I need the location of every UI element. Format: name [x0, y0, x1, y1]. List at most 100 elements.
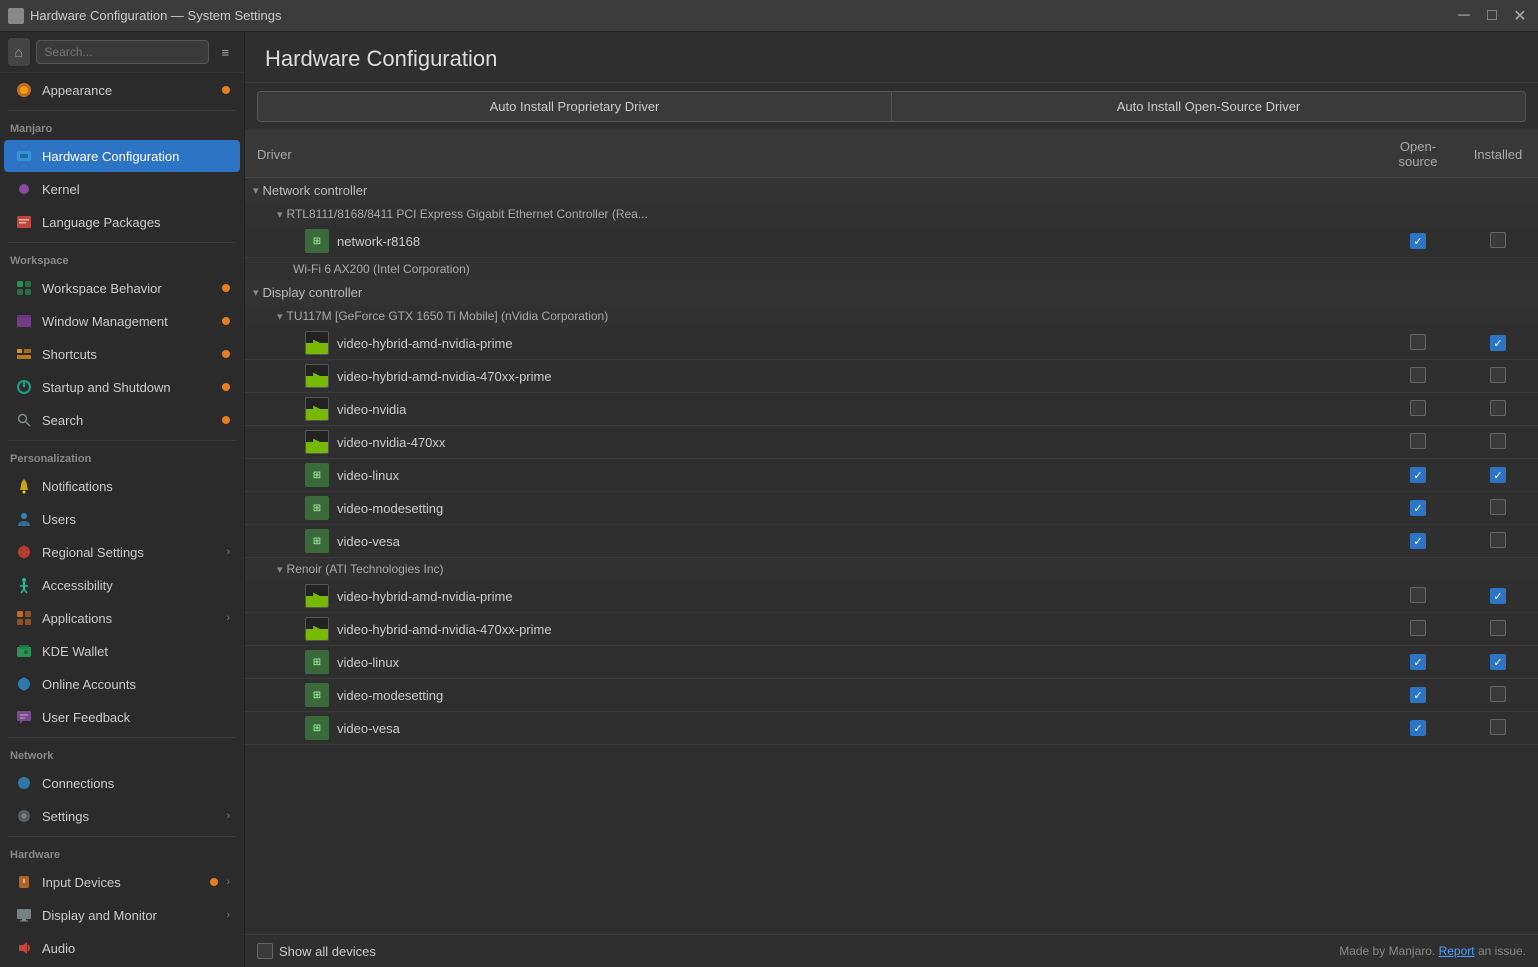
sidebar-item-kde-wallet[interactable]: KDE Wallet: [4, 635, 240, 667]
menu-button[interactable]: ≡: [215, 38, 237, 66]
settings-icon: [14, 806, 34, 826]
sidebar-item-notifications[interactable]: Notifications: [4, 470, 240, 502]
table-row[interactable]: ⊞video-modesetting: [245, 679, 1538, 712]
open-source-checkbox[interactable]: [1410, 233, 1426, 249]
driver-name-cell: ⊞network-r8168: [245, 225, 1378, 258]
driver-name: video-vesa: [337, 534, 400, 549]
installed-checkbox[interactable]: [1490, 499, 1506, 515]
table-row[interactable]: video-nvidia-470xx: [245, 426, 1538, 459]
installed-checkbox[interactable]: [1490, 654, 1506, 670]
open-source-checkbox[interactable]: [1410, 587, 1426, 603]
settings-arrow: ›: [226, 810, 230, 822]
minimize-button[interactable]: ─: [1454, 7, 1474, 25]
table-row[interactable]: ⊞network-r8168: [245, 225, 1538, 258]
sidebar-item-label-input: Input Devices: [42, 875, 202, 890]
expand-arrow[interactable]: ▾: [277, 208, 283, 221]
titlebar-controls: ─ □ ✕: [1454, 6, 1530, 26]
table-row[interactable]: video-hybrid-amd-nvidia-470xx-prime: [245, 360, 1538, 393]
sidebar-item-display-and-monitor[interactable]: Display and Monitor ›: [4, 899, 240, 931]
auto-install-proprietary-button[interactable]: Auto Install Proprietary Driver: [257, 91, 892, 122]
installed-checkbox[interactable]: [1490, 686, 1506, 702]
table-row[interactable]: ⊞video-vesa: [245, 712, 1538, 745]
sidebar-item-connections[interactable]: Connections: [4, 767, 240, 799]
expand-arrow[interactable]: ▾: [277, 310, 283, 323]
home-button[interactable]: ⌂: [8, 38, 30, 66]
sidebar-item-shortcuts[interactable]: Shortcuts: [4, 338, 240, 370]
audio-icon: [14, 938, 34, 958]
open-source-cell: [1378, 525, 1458, 558]
table-row: ▾Display controller: [245, 280, 1538, 305]
installed-checkbox[interactable]: [1490, 532, 1506, 548]
divider-workspace: [8, 242, 236, 243]
maximize-button[interactable]: □: [1482, 7, 1502, 25]
sidebar-item-window-management[interactable]: Window Management: [4, 305, 240, 337]
sidebar-scroll[interactable]: Appearance Manjaro Hardware Configuratio…: [0, 73, 244, 967]
auto-install-opensource-button[interactable]: Auto Install Open-Source Driver: [892, 91, 1526, 122]
table-row[interactable]: ⊞video-linux: [245, 459, 1538, 492]
sidebar-item-search[interactable]: Search: [4, 404, 240, 436]
close-button[interactable]: ✕: [1510, 6, 1530, 26]
installed-checkbox[interactable]: [1490, 467, 1506, 483]
pcb-driver-icon: ⊞: [305, 496, 329, 520]
open-source-checkbox[interactable]: [1410, 500, 1426, 516]
sidebar-item-startup-and-shutdown[interactable]: Startup and Shutdown: [4, 371, 240, 403]
sidebar-item-label-userfeedback: User Feedback: [42, 710, 230, 725]
sidebar-item-workspace-behavior[interactable]: Workspace Behavior: [4, 272, 240, 304]
expand-arrow[interactable]: ▾: [253, 286, 259, 299]
table-row[interactable]: ⊞video-modesetting: [245, 492, 1538, 525]
table-row[interactable]: video-hybrid-amd-nvidia-prime: [245, 580, 1538, 613]
installed-checkbox[interactable]: [1490, 588, 1506, 604]
open-source-checkbox[interactable]: [1410, 334, 1426, 350]
sidebar-item-online-accounts[interactable]: Online Accounts: [4, 668, 240, 700]
sidebar-item-users[interactable]: Users: [4, 503, 240, 535]
open-source-checkbox[interactable]: [1410, 400, 1426, 416]
show-all-devices-checkbox[interactable]: [257, 943, 273, 959]
sidebar-item-applications[interactable]: Applications ›: [4, 602, 240, 634]
sidebar-item-language-packages[interactable]: Language Packages: [4, 206, 240, 238]
table-row[interactable]: ⊞video-linux: [245, 646, 1538, 679]
sidebar-item-audio[interactable]: Audio: [4, 932, 240, 964]
nvidia-driver-icon: [305, 584, 329, 608]
divider-hardware: [8, 836, 236, 837]
sidebar-item-label-online: Online Accounts: [42, 677, 230, 692]
table-row[interactable]: ⊞video-vesa: [245, 525, 1538, 558]
installed-checkbox[interactable]: [1490, 433, 1506, 449]
sidebar-item-appearance[interactable]: Appearance: [4, 74, 240, 106]
appearance-icon: [14, 80, 34, 100]
app-icon: [8, 8, 24, 24]
open-source-checkbox[interactable]: [1410, 367, 1426, 383]
open-source-checkbox[interactable]: [1410, 654, 1426, 670]
expand-arrow[interactable]: ▾: [277, 563, 283, 576]
open-source-checkbox[interactable]: [1410, 433, 1426, 449]
table-row[interactable]: video-nvidia: [245, 393, 1538, 426]
open-source-checkbox[interactable]: [1410, 687, 1426, 703]
sidebar-item-accessibility[interactable]: Accessibility: [4, 569, 240, 601]
report-link[interactable]: Report: [1439, 944, 1475, 958]
installed-cell: [1458, 360, 1538, 393]
table-row[interactable]: video-hybrid-amd-nvidia-prime: [245, 327, 1538, 360]
sidebar-item-settings[interactable]: Settings ›: [4, 800, 240, 832]
sidebar-item-kernel[interactable]: Kernel: [4, 173, 240, 205]
open-source-cell: [1378, 492, 1458, 525]
sidebar-item-user-feedback[interactable]: User Feedback: [4, 701, 240, 733]
installed-checkbox[interactable]: [1490, 232, 1506, 248]
installed-checkbox[interactable]: [1490, 400, 1506, 416]
driver-name-cell: video-nvidia-470xx: [245, 426, 1378, 459]
open-source-checkbox[interactable]: [1410, 467, 1426, 483]
open-source-checkbox[interactable]: [1410, 620, 1426, 636]
sidebar-item-label-hardware: Hardware Configuration: [42, 149, 230, 164]
expand-arrow[interactable]: ▾: [253, 184, 259, 197]
installed-checkbox[interactable]: [1490, 719, 1506, 735]
sidebar-item-regional-settings[interactable]: Regional Settings ›: [4, 536, 240, 568]
table-row: Wi-Fi 6 AX200 (Intel Corporation): [245, 258, 1538, 281]
sidebar-item-input-devices[interactable]: Input Devices ›: [4, 866, 240, 898]
installed-checkbox[interactable]: [1490, 367, 1506, 383]
search-input[interactable]: [36, 40, 209, 64]
sidebar-item-hardware-configuration[interactable]: Hardware Configuration: [4, 140, 240, 172]
open-source-checkbox[interactable]: [1410, 533, 1426, 549]
table-row[interactable]: video-hybrid-amd-nvidia-470xx-prime: [245, 613, 1538, 646]
installed-checkbox[interactable]: [1490, 620, 1506, 636]
open-source-checkbox[interactable]: [1410, 720, 1426, 736]
driver-area[interactable]: Driver Open-source Installed ▾Network co…: [245, 131, 1538, 934]
installed-checkbox[interactable]: [1490, 335, 1506, 351]
